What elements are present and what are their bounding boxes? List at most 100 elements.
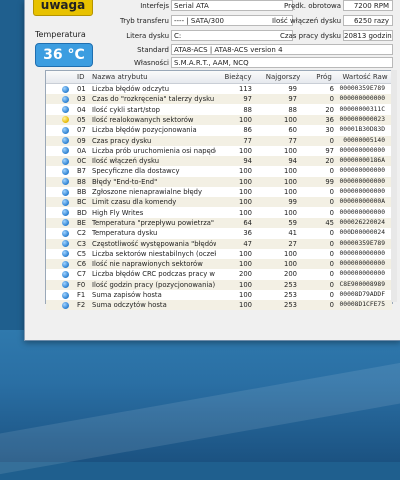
ok-status-icon [62,219,69,227]
cell-name: Czas pracy dysku [92,136,152,145]
cell-name: Ilość godzin pracy (pozycjonowania) gło.… [92,280,216,289]
table-row[interactable]: C6 Ilość nie naprawionych sektorów 100 100 0… [46,259,392,270]
table-row[interactable]: C7Liczba błędów CRC podczas pracy w tryb… [46,269,392,279]
cell-current: 100 [239,177,252,186]
table-row[interactable]: B7 Specyficzne dla dostawcy 100 100 0 0000000… [46,166,392,176]
cell-threshold: 0 [329,280,334,289]
cell-worst: 97 [288,95,297,104]
ok-status-icon [62,95,69,103]
ok-status-icon [62,167,69,175]
header-current[interactable]: Bieżący [218,71,258,83]
table-row[interactable]: C2 Temperatura dysku 36 41 0 000D00000024 [46,228,392,238]
cell-threshold: 36 [325,115,334,124]
cell-raw: 000000000000 [339,188,386,195]
cell-worst: 88 [288,105,297,114]
warning-status-icon [62,116,69,124]
table-row[interactable]: BB Zgłoszone nienaprawialne błędy 100 100 0 0… [46,187,392,197]
cell-name: Temperatura dysku [92,229,158,238]
ok-status-icon [62,240,69,247]
smart-attributes-table[interactable]: ID Nazwa atrybutu Bieżący Najgorszy Próg… [45,70,393,311]
ok-status-icon [62,260,69,268]
cell-name: Liczba błędów odczytu [92,85,170,93]
table-row[interactable]: BE Temperatura "przepływu powietrza" 64 59 4… [46,217,392,229]
cell-threshold: 20 [325,105,334,114]
table-scrollbar[interactable] [391,70,397,302]
health-status-badge[interactable]: uwaga [33,0,93,16]
cell-threshold: 0 [329,136,334,145]
transfer-mode-label: Tryb transferu [119,17,169,25]
cell-worst: 27 [288,239,297,248]
cell-threshold: 20 [325,157,334,166]
cell-name: Liczba sektorów niestabilnych (oczekując… [92,249,216,258]
cell-current: 100 [239,115,252,124]
cell-name: Suma odczytów hosta [92,301,167,310]
table-row[interactable]: 0ALiczba prób uruchomienia osi napędowej… [46,146,392,156]
cell-raw: 000000000000 [339,95,386,103]
table-header: ID Nazwa atrybutu Bieżący Najgorszy Próg… [46,71,392,84]
cell-current: 113 [239,85,252,93]
table-row[interactable]: 07 Liczba błędów pozycjonowania 86 60 30 0000… [46,125,392,135]
cell-worst: 200 [284,270,297,279]
ok-status-icon [62,270,69,278]
table-row[interactable]: BD High Fly Writes 100 100 0 000000000000 [46,208,392,218]
cell-threshold: 0 [329,270,334,279]
cell-current: 97 [243,95,252,104]
cell-threshold: 0 [329,249,334,258]
ok-status-icon [62,178,69,186]
table-row[interactable]: F0Ilość godzin pracy (pozycjonowania) gł… [46,279,392,290]
cell-threshold: 45 [325,218,334,227]
table-row[interactable]: 09 Czas pracy dysku 77 77 0 00000005140 [46,135,392,146]
rotation-speed-label: Prędk. obrotowa [283,2,341,10]
table-row[interactable]: F1 Suma zapisów hosta 100 253 0 00008D79ADDF [46,290,392,300]
table-row[interactable]: 05 Ilość realokowanych sektorów 100 100 36 00… [46,114,392,126]
table-row[interactable]: 01 Liczba błędów odczytu 113 99 6 00000359E78… [46,84,392,94]
cell-threshold: 0 [329,208,334,217]
cell-current: 100 [239,260,252,269]
ok-status-icon [62,147,69,155]
table-row[interactable]: 0C Ilość włączeń dysku 94 94 20 00000000186A [46,156,392,167]
header-worst[interactable]: Najgorszy [261,71,305,83]
table-row[interactable]: B8 Błędy "End-to-End" 100 100 99 000000000000 [46,176,392,187]
cell-name: Błędy "End-to-End" [92,177,158,186]
ok-status-icon [62,281,69,289]
table-row[interactable]: BC Limit czasu dla komendy 100 99 0 000000000… [46,197,392,208]
cell-worst: 100 [284,208,297,217]
cell-raw: 000D00000024 [339,229,386,237]
table-row[interactable]: 03 Czas do "rozkręcenia" talerzy dysku 97 9… [46,94,392,105]
table-row[interactable]: C5Liczba sektorów niestabilnych (oczekuj… [46,249,392,259]
cell-threshold: 0 [329,167,334,176]
ok-status-icon [62,85,69,93]
header-raw[interactable]: Wartość Raw [339,71,391,83]
cell-current: 100 [239,198,252,207]
cell-worst: 253 [284,291,297,299]
cell-raw: 000026220024 [339,218,386,226]
cell-threshold: 0 [329,188,334,196]
table-row[interactable]: F2 Suma odczytów hosta 100 253 0 00008D1CFE75 [46,300,392,311]
cell-current: 100 [239,280,252,289]
ok-status-icon [62,126,69,134]
standard-label: Standard [137,46,169,54]
cell-worst: 60 [288,126,297,135]
cell-threshold: 0 [329,239,334,248]
cell-current: 100 [239,208,252,217]
features-label: Własności [133,59,169,67]
ok-status-icon [62,229,69,237]
cell-raw: 00000000000A [339,198,386,206]
header-threshold[interactable]: Próg [308,71,340,83]
cell-worst: 100 [284,249,297,258]
temperature-badge: 36 °C [35,43,93,67]
cell-name: Czas do "rozkręcenia" talerzy dysku [92,95,215,104]
cell-name: Ilość nie naprawionych sektorów [92,260,203,269]
header-name[interactable]: Nazwa atrybutu [92,71,216,83]
cell-threshold: 30 [325,126,334,135]
cell-worst: 253 [284,301,297,310]
ok-status-icon [62,209,69,217]
ok-status-icon [62,198,69,206]
cell-current: 100 [239,167,252,176]
table-row[interactable]: 04 Ilość cykli start/stop 88 88 20 0000000031… [46,105,392,115]
cell-worst: 100 [284,188,297,196]
table-row[interactable]: C3Częstotliwość występowania "błędów w l… [46,238,392,249]
cell-raw: 000000000000 [339,249,386,257]
cell-worst: 77 [288,136,297,145]
cell-worst: 59 [288,218,297,227]
